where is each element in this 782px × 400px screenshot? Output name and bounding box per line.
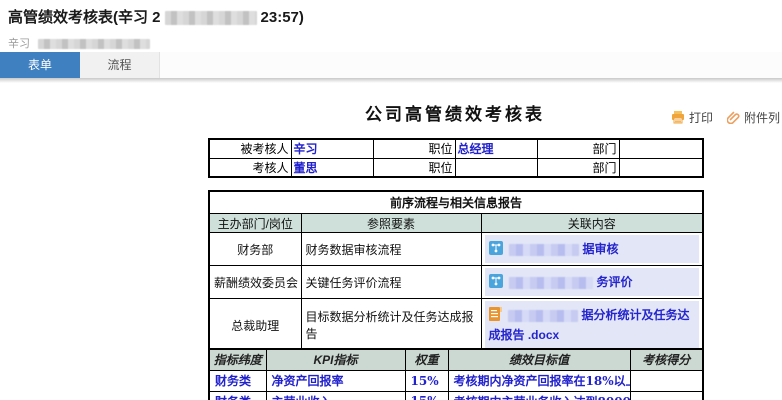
position-label: 职位 xyxy=(373,139,455,158)
department-label: 部门 xyxy=(537,139,619,158)
redacted-datetime xyxy=(165,11,257,25)
page-title-prefix: 高管绩效考核表(辛习 2 xyxy=(8,9,161,26)
department-label: 部门 xyxy=(537,158,619,177)
col-header-dimension: 指标纬度 xyxy=(209,349,266,370)
table-row: 被考核人 辛习 职位 总经理 部门 xyxy=(209,139,703,158)
department-value xyxy=(619,158,703,177)
score-cell xyxy=(630,391,703,400)
dimension-cell: 财务类 xyxy=(209,370,266,391)
kpi-table: 指标纬度 KPI指标 权重 绩效目标值 考核得分 财务类 净资产回报率 15% … xyxy=(208,348,704,400)
col-header-weight: 权重 xyxy=(405,349,448,370)
position-value xyxy=(455,158,537,177)
col-header-kpi: KPI指标 xyxy=(266,349,405,370)
page-subtitle: 辛习 xyxy=(8,35,154,51)
table-row: 前序流程与相关信息报告 xyxy=(209,191,703,214)
col-header-target: 绩效目标值 xyxy=(448,349,630,370)
table-header-row: 指标纬度 KPI指标 权重 绩效目标值 考核得分 xyxy=(209,349,703,370)
kpi-cell: 主营业收入 xyxy=(266,391,405,400)
element-cell: 目标数据分析统计及任务达成报告 xyxy=(301,299,481,353)
assessor-value: 董思 xyxy=(291,158,373,177)
target-cell: 考核期内主营业务收入达到8000万元 xyxy=(448,391,630,400)
assessee-label: 被考核人 xyxy=(209,139,291,158)
redacted-link-text xyxy=(508,310,578,322)
workflow-link[interactable]: 务评价 xyxy=(597,275,633,289)
redacted-link-text xyxy=(509,244,579,256)
table-row: 考核人 董思 职位 部门 xyxy=(209,158,703,177)
basic-info-table: 被考核人 辛习 职位 总经理 部门 考核人 董思 职位 部门 xyxy=(208,138,704,178)
table-row: 财务部 财务数据审核流程 据审核 xyxy=(209,233,703,266)
col-header-dept: 主办部门/岗位 xyxy=(209,214,301,233)
related-content-cell: 据审核 xyxy=(481,233,703,266)
table-header-row: 主办部门/岗位 参照要素 关联内容 xyxy=(209,214,703,233)
redacted-subtitle-info xyxy=(38,39,150,49)
form-title: 公司高管绩效考核表 xyxy=(208,100,702,125)
element-cell: 财务数据审核流程 xyxy=(301,233,481,266)
kpi-cell: 净资产回报率 xyxy=(266,370,405,391)
table-row: 薪酬绩效委员会 关键任务评价流程 务评价 xyxy=(209,266,703,299)
col-header-related: 关联内容 xyxy=(481,214,703,233)
page: 高管绩效考核表(辛习 2 23:57) 辛习 表单 流程 打印 附件列 公司高管绩… xyxy=(0,0,782,400)
weight-cell: 15% xyxy=(405,391,448,400)
workflow-icon xyxy=(489,241,503,258)
doc-icon xyxy=(489,307,502,324)
tab-form[interactable]: 表单 xyxy=(0,52,80,78)
workflow-link[interactable]: 据审核 xyxy=(583,242,619,256)
assessor-label: 考核人 xyxy=(209,158,291,177)
attachment-button[interactable]: 附件列 xyxy=(727,107,780,127)
tab-flow[interactable]: 流程 xyxy=(80,52,160,78)
dept-cell: 财务部 xyxy=(209,233,301,266)
related-content-cell: 据分析统计及任务达成报告 .docx xyxy=(481,299,703,353)
table-row: 总裁助理 目标数据分析统计及任务达成报告 据分析统计及任务达成报告 .docx xyxy=(209,299,703,353)
department-value xyxy=(619,139,703,158)
col-header-element: 参照要素 xyxy=(301,214,481,233)
dept-cell: 总裁助理 xyxy=(209,299,301,353)
page-title: 高管绩效考核表(辛习 2 23:57) xyxy=(8,6,304,27)
related-content-cell: 务评价 xyxy=(481,266,703,299)
weight-cell: 15% xyxy=(405,370,448,391)
col-header-score: 考核得分 xyxy=(630,349,703,370)
redacted-link-text xyxy=(509,277,593,289)
score-cell xyxy=(630,370,703,391)
position-label: 职位 xyxy=(373,158,455,177)
dept-cell: 薪酬绩效委员会 xyxy=(209,266,301,299)
page-title-suffix: 23:57) xyxy=(261,9,304,26)
element-cell: 关键任务评价流程 xyxy=(301,266,481,299)
assessee-value: 辛习 xyxy=(291,139,373,158)
subtitle-name: 辛习 xyxy=(8,38,30,50)
preprocess-table-title: 前序流程与相关信息报告 xyxy=(209,191,703,214)
attachment-label: 附件列 xyxy=(744,109,780,126)
table-row: 财务类 净资产回报率 15% 考核期内净资产回报率在18%以上 xyxy=(209,370,703,391)
table-row: 财务类 主营业收入 15% 考核期内主营业务收入达到8000万元 xyxy=(209,391,703,400)
target-cell: 考核期内净资产回报率在18%以上 xyxy=(448,370,630,391)
strip-shadow-divider xyxy=(0,78,782,83)
position-value: 总经理 xyxy=(455,139,537,158)
preprocess-table: 前序流程与相关信息报告 主办部门/岗位 参照要素 关联内容 财务部 财务数据审核… xyxy=(208,190,704,353)
workflow-icon xyxy=(489,274,503,291)
tab-strip: 表单 流程 打印 附件列 xyxy=(0,52,782,78)
dimension-cell: 财务类 xyxy=(209,391,266,400)
paperclip-icon xyxy=(727,111,740,124)
